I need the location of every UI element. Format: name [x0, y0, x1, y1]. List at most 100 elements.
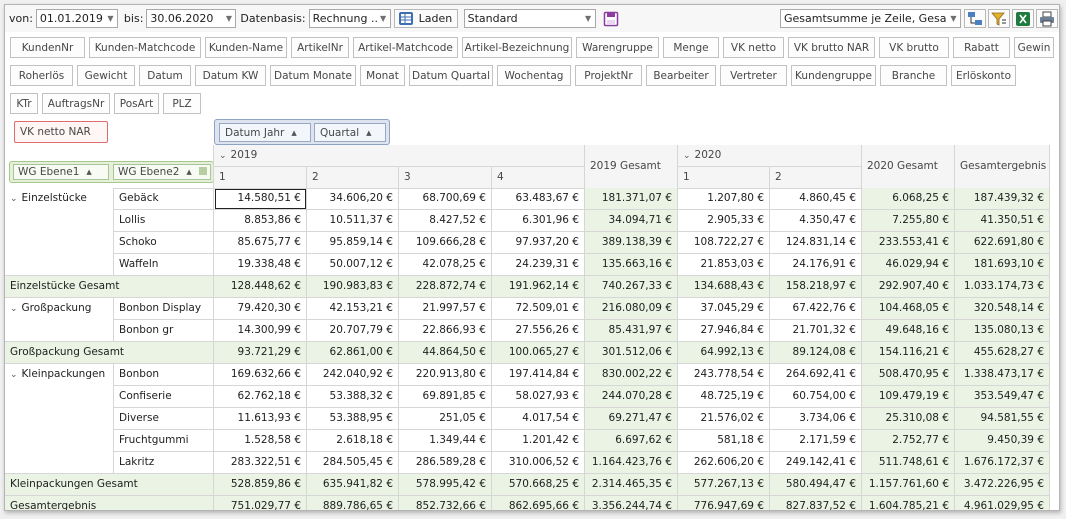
- value-cell[interactable]: 62.861,00 €: [307, 342, 399, 364]
- value-cell[interactable]: 135.080,13 €: [955, 320, 1050, 342]
- field-chip[interactable]: Branche: [880, 65, 947, 86]
- value-cell[interactable]: 44.864,50 €: [399, 342, 492, 364]
- chevron-down-icon[interactable]: ⌄: [683, 146, 691, 166]
- value-cell[interactable]: 46.029,94 €: [862, 254, 955, 276]
- row-group-header[interactable]: ⌄ Großpackung: [5, 298, 114, 342]
- column-header-year[interactable]: ⌄ 2019: [214, 145, 585, 167]
- value-cell[interactable]: 286.589,28 €: [399, 452, 492, 474]
- value-cell[interactable]: 508.470,95 €: [862, 364, 955, 386]
- value-cell[interactable]: 6.697,62 €: [585, 430, 678, 452]
- field-chip[interactable]: VK brutto: [879, 37, 949, 58]
- value-cell[interactable]: 8.853,86 €: [214, 210, 307, 232]
- value-cell[interactable]: 4.860,45 €: [770, 188, 862, 210]
- value-cell[interactable]: 1.033.174,73 €: [955, 276, 1050, 298]
- value-cell[interactable]: 34.606,20 €: [307, 188, 399, 210]
- value-cell[interactable]: 1.164.423,76 €: [585, 452, 678, 474]
- value-cell[interactable]: 3.356.244,74 €: [585, 496, 678, 510]
- value-cell[interactable]: 242.040,92 €: [307, 364, 399, 386]
- filter-button[interactable]: [988, 9, 1010, 28]
- value-cell[interactable]: 1.157.761,60 €: [862, 474, 955, 496]
- value-cell[interactable]: 1.604.785,21 €: [862, 496, 955, 510]
- chevron-down-icon[interactable]: ▼: [582, 14, 595, 23]
- value-cell[interactable]: 1.338.473,17 €: [955, 364, 1050, 386]
- value-cell[interactable]: 740.267,33 €: [585, 276, 678, 298]
- value-cell[interactable]: 48.725,19 €: [678, 386, 770, 408]
- datenbasis-select[interactable]: Rechnung ... ▼: [308, 9, 391, 28]
- row-label[interactable]: Diverse: [114, 408, 214, 430]
- value-cell[interactable]: 62.762,18 €: [214, 386, 307, 408]
- value-cell[interactable]: 570.668,25 €: [492, 474, 585, 496]
- value-cell[interactable]: 94.581,55 €: [955, 408, 1050, 430]
- value-cell[interactable]: 4.017,54 €: [492, 408, 585, 430]
- column-header-quarter[interactable]: 1: [214, 167, 307, 189]
- chevron-down-icon[interactable]: ⌄: [219, 146, 227, 166]
- column-header-total[interactable]: 2019 Gesamt: [585, 145, 678, 189]
- value-cell[interactable]: 852.732,66 €: [399, 496, 492, 510]
- field-chooser-button[interactable]: [964, 9, 986, 28]
- value-cell[interactable]: 67.422,76 €: [770, 298, 862, 320]
- print-button[interactable]: [1036, 9, 1058, 28]
- value-cell[interactable]: 27.556,26 €: [492, 320, 585, 342]
- row-label[interactable]: Confiserie: [114, 386, 214, 408]
- field-chip[interactable]: Kundengruppe: [791, 65, 876, 86]
- column-field-quartal[interactable]: Quartal ▲: [314, 123, 386, 142]
- value-cell[interactable]: 6.301,96 €: [492, 210, 585, 232]
- value-cell[interactable]: 134.688,43 €: [678, 276, 770, 298]
- row-label[interactable]: Lollis: [114, 210, 214, 232]
- field-chip[interactable]: Datum Quartal: [409, 65, 493, 86]
- field-chip[interactable]: Datum Monate: [270, 65, 356, 86]
- column-header-total[interactable]: 2020 Gesamt: [862, 145, 955, 189]
- value-cell[interactable]: 1.207,80 €: [678, 188, 770, 210]
- value-cell[interactable]: 20.707,79 €: [307, 320, 399, 342]
- value-cell[interactable]: 154.116,21 €: [862, 342, 955, 364]
- field-chip[interactable]: AuftragsNr: [42, 93, 110, 114]
- value-cell[interactable]: 1.528,58 €: [214, 430, 307, 452]
- value-cell[interactable]: 95.859,14 €: [307, 232, 399, 254]
- value-cell[interactable]: 64.992,13 €: [678, 342, 770, 364]
- chevron-down-icon[interactable]: ▼: [947, 14, 960, 23]
- field-chip[interactable]: Datum: [139, 65, 191, 86]
- chevron-down-icon[interactable]: ▼: [377, 14, 390, 23]
- value-cell[interactable]: 69.891,85 €: [399, 386, 492, 408]
- value-cell[interactable]: 93.721,29 €: [214, 342, 307, 364]
- value-cell[interactable]: 283.322,51 €: [214, 452, 307, 474]
- value-cell[interactable]: 3.472.226,95 €: [955, 474, 1050, 496]
- field-chip[interactable]: Rabatt: [953, 37, 1010, 58]
- row-group-header[interactable]: ⌄ Einzelstücke: [5, 188, 114, 276]
- row-label[interactable]: Lakritz: [114, 452, 214, 474]
- value-cell[interactable]: 109.666,28 €: [399, 232, 492, 254]
- chevron-down-icon[interactable]: ▼: [222, 14, 235, 23]
- value-cell[interactable]: 97.937,20 €: [492, 232, 585, 254]
- value-cell[interactable]: 216.080,09 €: [585, 298, 678, 320]
- field-chip[interactable]: Artikel-Matchcode: [353, 37, 458, 58]
- value-cell[interactable]: 776.947,69 €: [678, 496, 770, 510]
- excel-export-button[interactable]: [1012, 9, 1034, 28]
- value-cell[interactable]: 100.065,27 €: [492, 342, 585, 364]
- row-label[interactable]: Gebäck: [114, 188, 214, 210]
- value-cell[interactable]: 889.786,65 €: [307, 496, 399, 510]
- value-cell[interactable]: 3.734,06 €: [770, 408, 862, 430]
- value-cell[interactable]: 50.007,12 €: [307, 254, 399, 276]
- value-cell[interactable]: 251,05 €: [399, 408, 492, 430]
- row-label[interactable]: Bonbon Display: [114, 298, 214, 320]
- value-cell[interactable]: 264.692,41 €: [770, 364, 862, 386]
- column-header-year[interactable]: ⌄ 2020: [678, 145, 862, 167]
- field-chip[interactable]: Gewin: [1014, 37, 1054, 58]
- column-header-quarter[interactable]: 4: [492, 167, 585, 189]
- value-cell[interactable]: 511.748,61 €: [862, 452, 955, 474]
- value-cell[interactable]: 827.837,52 €: [770, 496, 862, 510]
- value-cell[interactable]: 751.029,77 €: [214, 496, 307, 510]
- value-cell[interactable]: 310.006,52 €: [492, 452, 585, 474]
- chevron-down-icon[interactable]: ▼: [104, 14, 117, 23]
- summary-select[interactable]: Gesamtsumme je Zeile, Gesamtsu... ▼: [780, 9, 961, 28]
- layout-select[interactable]: Standard ▼: [463, 9, 596, 28]
- value-cell[interactable]: 21.997,57 €: [399, 298, 492, 320]
- value-cell[interactable]: 27.946,84 €: [678, 320, 770, 342]
- value-cell[interactable]: 301.512,06 €: [585, 342, 678, 364]
- field-chip[interactable]: Erlöskonto: [951, 65, 1016, 86]
- field-chip[interactable]: Artikel-Bezeichnung: [462, 37, 572, 58]
- row-label[interactable]: Waffeln: [114, 254, 214, 276]
- value-cell[interactable]: 89.124,08 €: [770, 342, 862, 364]
- column-header-quarter[interactable]: 2: [307, 167, 399, 189]
- value-cell[interactable]: 581,18 €: [678, 430, 770, 452]
